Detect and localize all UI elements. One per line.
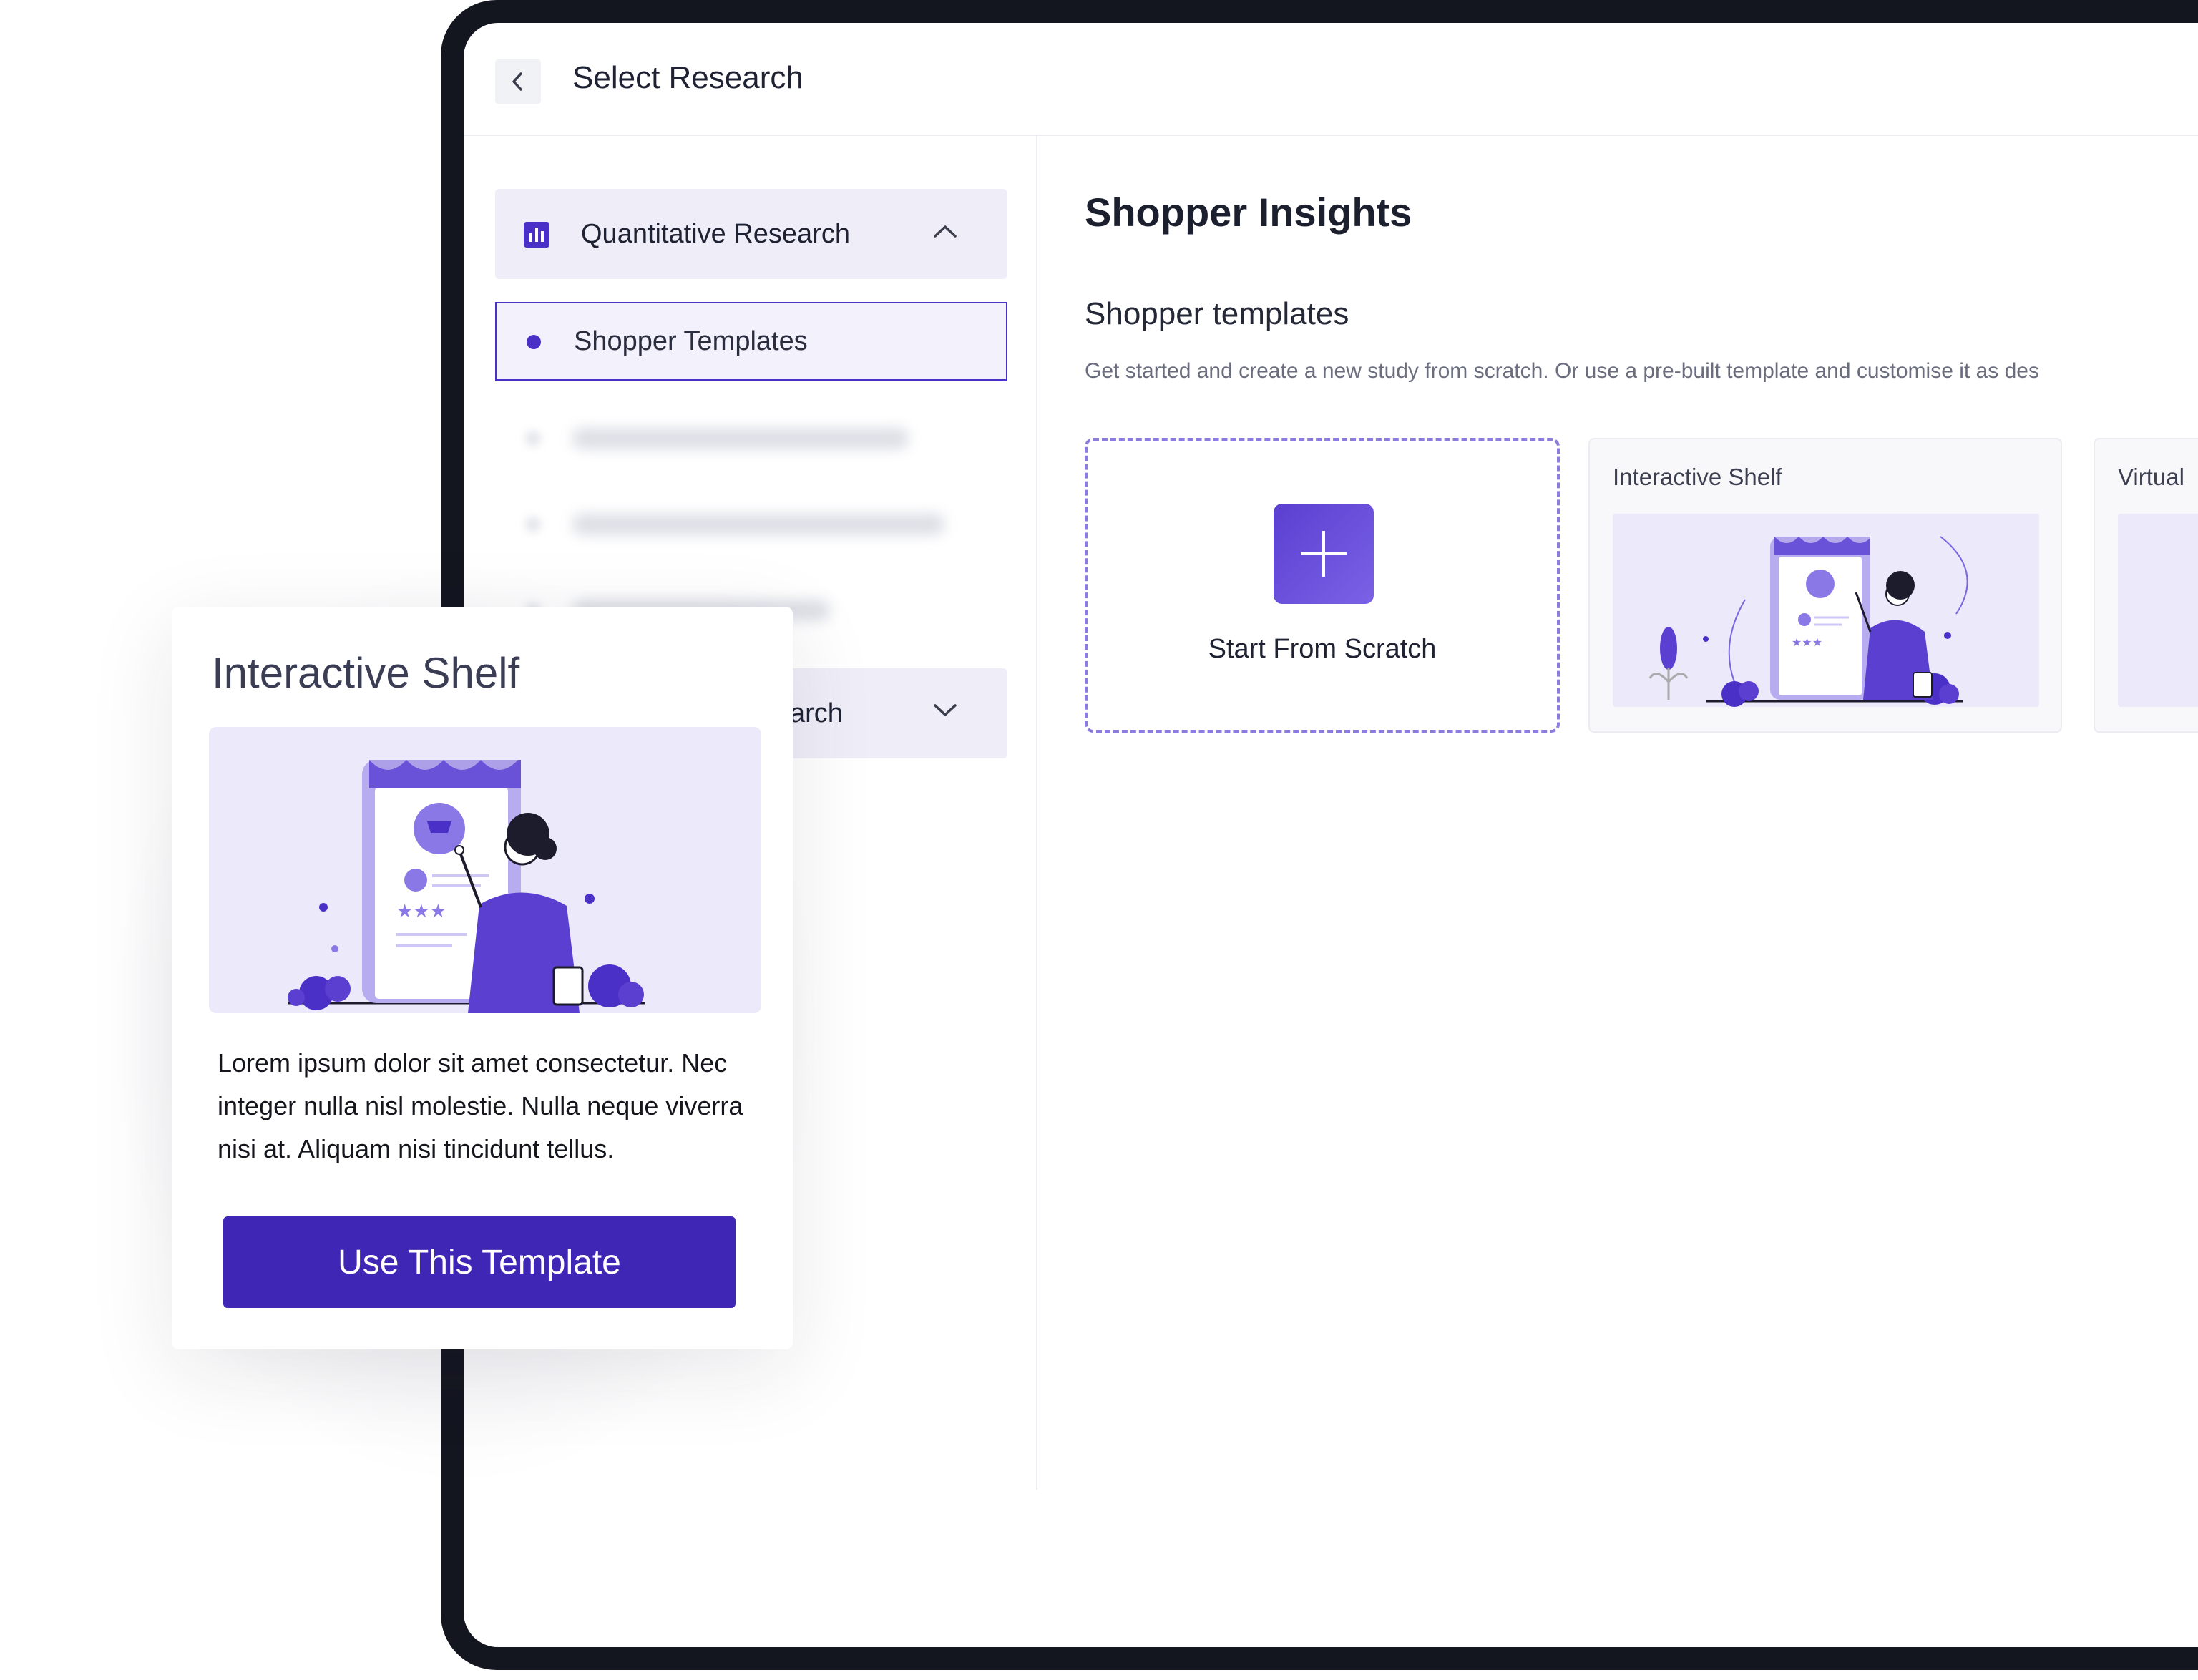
card-label: Virtual [2118, 464, 2184, 490]
blurred-sidebar-item[interactable] [572, 514, 944, 535]
svg-text:★★★: ★★★ [1792, 635, 1822, 649]
shelf-illustration: ★★★ [1613, 514, 2039, 707]
accordion-label: Quantitative Research [581, 219, 850, 249]
blurred-bullet [525, 517, 541, 532]
header-bar: Select Research [464, 23, 2198, 136]
card-label: Start From Scratch [1208, 634, 1437, 664]
use-template-button[interactable]: Use This Template [223, 1216, 736, 1308]
section-heading: Shopper Insights [1085, 190, 1412, 235]
card-illustration [2118, 514, 2198, 707]
templates-heading: Shopper templates [1085, 296, 1349, 331]
chevron-up-icon [934, 225, 957, 238]
chevron-left-icon [512, 72, 522, 91]
card-label: Interactive Shelf [1613, 464, 1782, 490]
selected-bullet [527, 335, 541, 349]
back-button[interactable] [495, 59, 541, 104]
popup-description: Lorem ipsum dolor sit amet consectetur. … [218, 1048, 743, 1163]
templates-description: Get started and create a new study from … [1085, 359, 2039, 383]
page-title: Select Research [572, 60, 804, 95]
popup-title: Interactive Shelf [212, 649, 520, 697]
sidebar-item-label: Shopper Templates [574, 326, 808, 356]
chevron-down-icon [934, 704, 957, 716]
bar-chart-icon [524, 222, 550, 248]
template-card-interactive-shelf[interactable]: Interactive Shelf ★★★ [1588, 438, 2062, 733]
plus-icon [1274, 504, 1374, 604]
sidebar-item-shopper-templates[interactable]: Shopper Templates [495, 302, 1007, 381]
blurred-sidebar-item[interactable] [572, 428, 909, 449]
shelf-illustration: ★★★ [209, 727, 761, 1013]
template-preview-popup: Interactive Shelf ★★★ Lorem ipsum dolor … [172, 607, 793, 1349]
template-card-virtual[interactable]: Virtual [2094, 438, 2198, 733]
blurred-bullet [525, 431, 541, 446]
start-from-scratch-card[interactable]: Start From Scratch [1085, 438, 1560, 733]
accordion-quantitative-research[interactable]: Quantitative Research [495, 189, 1007, 279]
svg-text:★★★: ★★★ [396, 901, 446, 922]
